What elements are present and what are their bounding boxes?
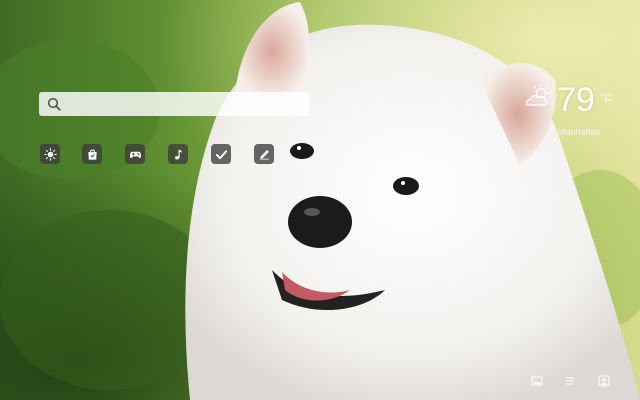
menu-button[interactable] (564, 374, 576, 386)
checkmark-icon (215, 149, 227, 159)
music-note-icon (174, 149, 182, 159)
menu-icon (566, 377, 574, 385)
notes-button[interactable] (254, 144, 274, 164)
user-icon (598, 375, 610, 387)
tasks-button[interactable] (211, 144, 231, 164)
background-photo-white-puppy (0, 0, 640, 400)
pencil-icon (259, 149, 269, 160)
weather-widget[interactable]: 79 °C Manhattan (520, 82, 630, 142)
sun-button[interactable] (40, 144, 60, 164)
gamepad-icon (129, 151, 141, 158)
temperature: 79 (557, 81, 595, 119)
partly-cloudy-icon (525, 84, 551, 106)
games-button[interactable] (125, 144, 145, 164)
music-button[interactable] (168, 144, 188, 164)
search-bar[interactable] (39, 92, 309, 116)
background-button[interactable] (531, 374, 543, 386)
image-icon (531, 376, 543, 386)
temperature-unit: °C (600, 92, 613, 104)
sun-icon (43, 147, 57, 161)
search-icon (47, 97, 61, 111)
shopping-bag-button[interactable] (82, 144, 102, 164)
weather-location: Manhattan (558, 127, 601, 137)
shopping-bag-icon (87, 149, 97, 160)
search-input[interactable] (67, 93, 309, 115)
profile-button[interactable] (598, 374, 610, 387)
